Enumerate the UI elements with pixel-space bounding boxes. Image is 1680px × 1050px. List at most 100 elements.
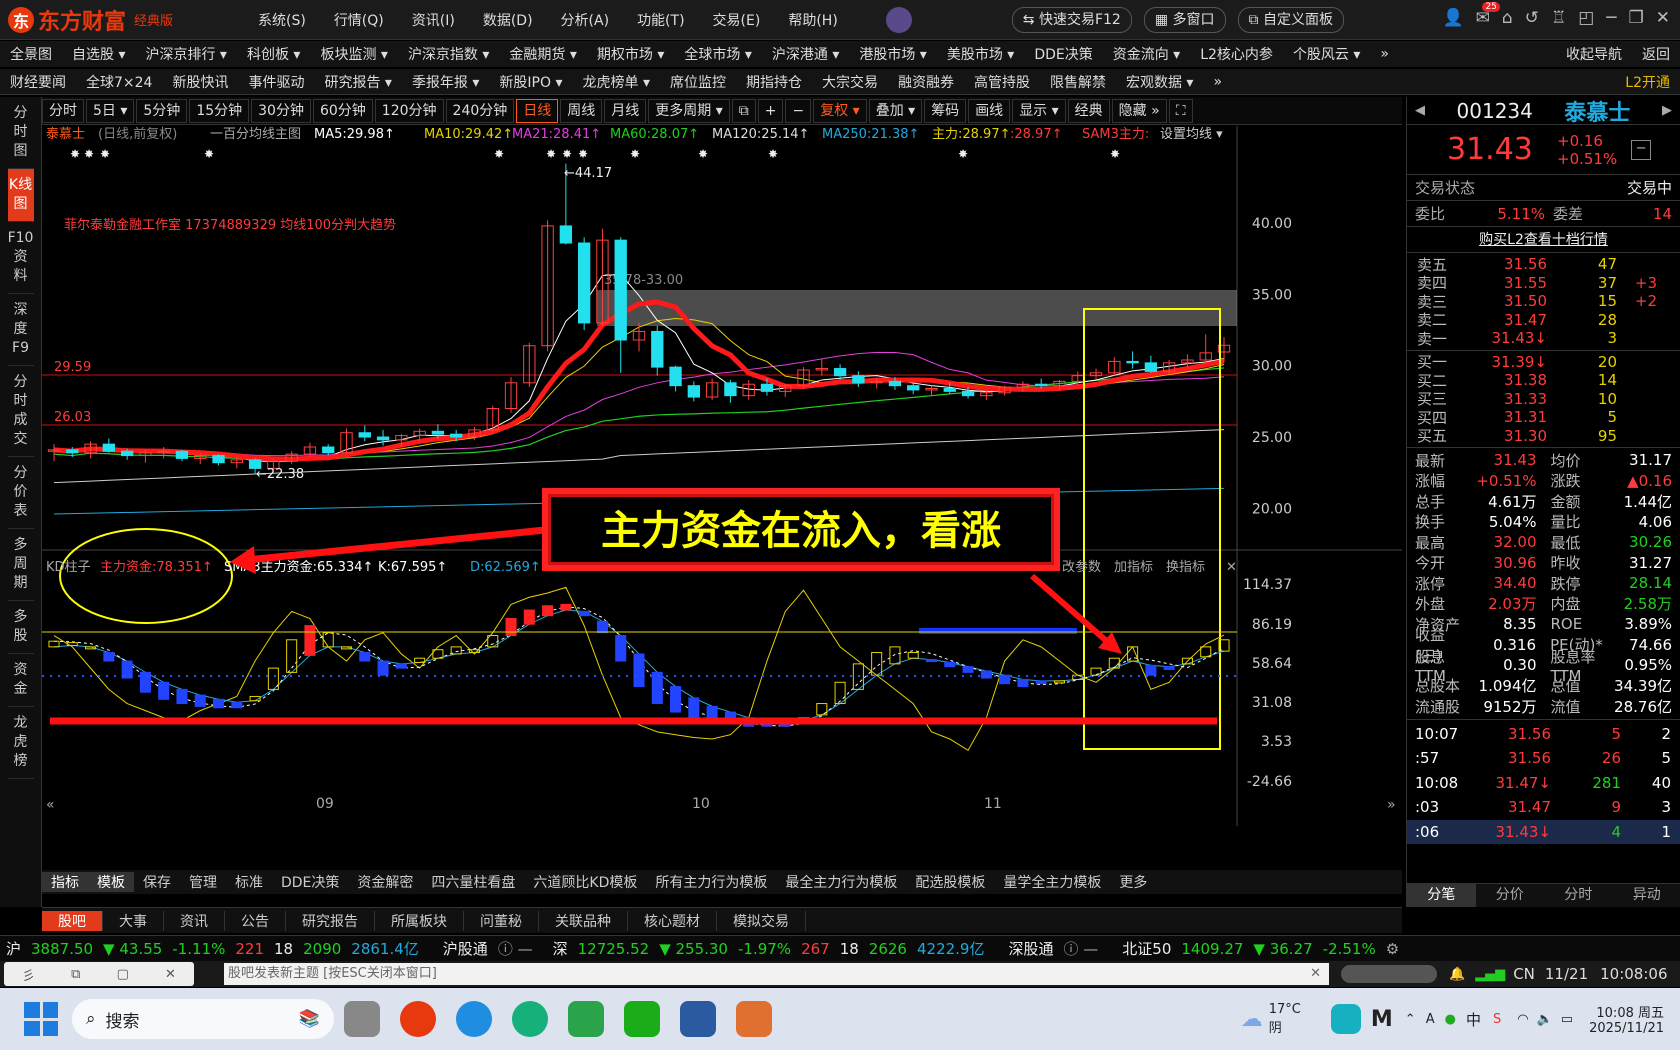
nav-item[interactable]: 财经要闻 [0, 72, 76, 92]
taskview-icon[interactable] [344, 1001, 380, 1037]
news-tab[interactable]: 资讯 [164, 910, 225, 931]
chart-toolbar-item[interactable]: 经典 [1067, 98, 1110, 123]
chart-toolbar-item[interactable]: 日线 [516, 98, 559, 123]
left-tab[interactable]: 多股 [7, 601, 34, 654]
top-menu-item[interactable]: 分析(A) [561, 10, 610, 30]
chart-toolbar-item[interactable]: 周线 [560, 98, 603, 123]
mail-icon[interactable]: ✉ 25 [1476, 2, 1500, 28]
left-tab[interactable]: 分价表 [7, 457, 34, 529]
template-tab[interactable]: 四六量柱看盘 [422, 872, 524, 892]
skin-icon[interactable]: ♖ [1551, 8, 1566, 28]
start-icon[interactable] [24, 1002, 58, 1036]
template-tab[interactable]: 指标 [42, 872, 88, 892]
post-close-icon[interactable]: ✕ [1310, 963, 1329, 985]
mini-window[interactable]: 彡 ⧉ ▢ ✕ [4, 962, 194, 986]
template-tab[interactable]: 六道顾比KD模板 [524, 872, 646, 892]
tray-k-icon[interactable] [1330, 1004, 1361, 1034]
panel-tab[interactable]: 分时 [1544, 884, 1613, 907]
left-tab[interactable]: 分时图 [7, 97, 34, 169]
nav-item[interactable]: 事件驱动 [238, 72, 314, 92]
chart-toolbar-item[interactable]: 5日 ▾ [86, 98, 135, 123]
chart-toolbar-item[interactable]: 更多周期 ▾ [648, 98, 730, 123]
template-tab[interactable]: DDE决策 [272, 872, 348, 892]
nav-item[interactable]: 板块监测 ▾ [310, 44, 397, 64]
nav-item[interactable]: 沪深京排行 ▾ [135, 44, 236, 64]
sail-app-icon[interactable] [680, 1001, 716, 1037]
nav-item[interactable]: 大宗交易 [812, 72, 888, 92]
scroll-right-icon[interactable]: » [1387, 797, 1396, 813]
indicator-close-icon[interactable]: ✕ [1226, 560, 1237, 575]
nav-item[interactable]: 全球7×24 [76, 72, 162, 92]
battery-icon[interactable]: ▭ [1561, 1012, 1573, 1027]
minimize-icon[interactable]: ─ [1606, 8, 1616, 28]
chart-toolbar-item[interactable]: 叠加 ▾ [868, 98, 923, 123]
news-tab[interactable]: 模拟交易 [717, 910, 806, 931]
nav-item[interactable]: 季报年报 ▾ [402, 72, 489, 92]
user-icon[interactable]: 👤 [1442, 8, 1463, 28]
chart-toolbar-item[interactable]: + [757, 98, 784, 123]
nav-item[interactable]: 高管持股 [964, 72, 1040, 92]
template-tab[interactable]: 所有主力行为模板 [646, 872, 776, 892]
top-menu-item[interactable]: 交易(E) [713, 10, 761, 30]
edge-icon[interactable] [456, 1001, 492, 1037]
nav-item[interactable]: L2核心内参 [1190, 44, 1283, 64]
nav-item[interactable]: 金融期货 ▾ [499, 44, 586, 64]
sgt-help-icon[interactable]: ⓘ — [1064, 938, 1099, 959]
nav-item[interactable]: 融资融券 [888, 72, 964, 92]
nav-item[interactable]: » [1370, 46, 1399, 62]
left-tab[interactable]: 龙虎榜 [7, 707, 34, 779]
hgt-help-icon[interactable]: ⓘ — [498, 938, 533, 959]
nav-item[interactable]: 期指持仓 [736, 72, 812, 92]
custom-panel-button[interactable]: ⧉ 自定义面板 [1237, 6, 1344, 33]
template-tab[interactable]: 标准 [226, 872, 272, 892]
template-tab[interactable]: 最全主力行为模板 [776, 872, 906, 892]
nav-item[interactable]: 沪深京指数 ▾ [398, 44, 499, 64]
nav-item[interactable]: L2开通 [1615, 72, 1680, 92]
nav-item[interactable]: 限售解禁 [1040, 72, 1116, 92]
excel-icon[interactable] [568, 1001, 604, 1037]
chart-toolbar-item[interactable]: 15分钟 [189, 98, 250, 123]
hgt-label[interactable]: 沪股通 [443, 938, 488, 959]
template-tab[interactable]: 更多 [1110, 872, 1156, 892]
mini-min-icon[interactable]: ▢ [117, 967, 129, 982]
template-tab[interactable]: 量学全主力模板 [994, 872, 1110, 892]
nav-item[interactable]: 自选股 ▾ [62, 44, 135, 64]
nav-item[interactable]: 沪深港通 ▾ [762, 44, 849, 64]
nav-item[interactable]: 收起导航 [1556, 44, 1632, 64]
chart-toolbar-item[interactable]: − [785, 98, 812, 123]
bell-icon[interactable]: 🔔 [1449, 967, 1465, 982]
post-hint-bar[interactable]: 股吧发表新主题 [按ESC关闭本窗口] ✕ [224, 963, 1329, 985]
nav-item[interactable]: 资金流向 ▾ [1103, 44, 1190, 64]
sgt-label[interactable]: 深股通 [1008, 938, 1053, 959]
app-green-icon[interactable] [512, 1001, 548, 1037]
template-tab[interactable]: 模板 [88, 872, 134, 892]
tray-s-icon[interactable]: S [1493, 1012, 1501, 1027]
chart-toolbar-item[interactable]: 240分钟 [445, 98, 515, 123]
mini-close-icon[interactable]: ✕ [165, 967, 176, 982]
template-tab[interactable]: 保存 [134, 872, 180, 892]
panel-tab[interactable]: 分笔 [1407, 884, 1476, 907]
restore-icon[interactable]: ❐ [1629, 8, 1644, 28]
template-tab[interactable]: 管理 [180, 872, 226, 892]
top-menu-item[interactable]: 数据(D) [483, 10, 533, 30]
kline-chart[interactable]: 泰慕士 (日线,前复权) 一百分均线主图 MA5:29.98↑ MA10:29.42↑M… [42, 126, 1402, 846]
wifi-icon[interactable]: ◠ [1517, 1012, 1528, 1027]
fast-trade-button[interactable]: ⇆ 快速交易F12 [1011, 6, 1132, 33]
nav-item[interactable]: 科创板 ▾ [237, 44, 310, 64]
multi-window-button[interactable]: ▦ 多窗口 [1143, 6, 1226, 33]
news-tab[interactable]: 核心题材 [628, 910, 717, 931]
top-menu-item[interactable]: 功能(T) [637, 10, 684, 30]
paint-app-icon[interactable] [736, 1001, 772, 1037]
undo-icon[interactable]: ↺ [1525, 8, 1539, 28]
home-icon[interactable]: ⌂ [1502, 8, 1513, 28]
news-tab[interactable]: 问董秘 [464, 910, 539, 931]
assistant-robot-icon[interactable] [885, 6, 912, 33]
nav-item[interactable]: 期权市场 ▾ [587, 44, 674, 64]
chart-toolbar-item[interactable]: 5分钟 [136, 98, 188, 123]
chart-toolbar-item[interactable]: 筹码 [924, 98, 967, 123]
scroll-left-icon[interactable]: « [46, 797, 55, 813]
panel-tab[interactable]: 异动 [1613, 884, 1680, 907]
template-tab[interactable]: 资金解密 [348, 872, 422, 892]
chart-toolbar-item[interactable]: 隐藏 » [1111, 98, 1167, 123]
prev-stock-icon[interactable]: ◀ [1415, 103, 1425, 118]
